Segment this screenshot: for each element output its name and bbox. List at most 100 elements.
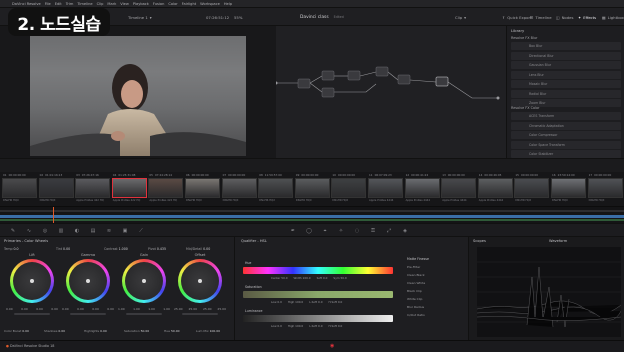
lightbox-button[interactable]: ▦ Lightbox [602, 13, 624, 21]
clip-thumbnail[interactable]: 16 23:59:14:00 DNxHR HQX [550, 173, 587, 205]
library-item[interactable]: Color Stabilizer [511, 150, 621, 158]
wheels-icon[interactable]: ◎ [42, 228, 48, 234]
color-picker-icon[interactable]: ✎ [10, 228, 16, 234]
clip-thumbnail[interactable]: 09 00:00:00:00 DNxHR HQX [294, 173, 331, 205]
color-page-icon[interactable]: ◉ [330, 343, 334, 349]
clip-thumbnail[interactable]: 10 00:00:00:00 DNxHR HQX [330, 173, 367, 205]
qualifier-icon[interactable]: ✒ [290, 228, 296, 234]
rgb-mixer-icon[interactable]: ▤ [90, 228, 96, 234]
nodes-button[interactable]: ◫ Nodes [556, 13, 573, 21]
menu-item[interactable]: Color [168, 2, 177, 6]
wheel-value[interactable]: 25.00 [174, 307, 183, 311]
wheel-value[interactable]: 0.00 [6, 307, 13, 311]
qualifier-stat[interactable]: High 100.0 [288, 324, 303, 328]
qualifier-stat[interactable]: Low 0.0 [271, 300, 282, 304]
tracker-icon[interactable]: ⌖ [322, 228, 328, 234]
menu-item[interactable]: Fairlight [182, 2, 196, 6]
color-wheel[interactable] [66, 259, 110, 303]
color-wheel[interactable] [122, 259, 166, 303]
master-wheel-slider[interactable] [70, 313, 106, 315]
clip-thumbnail[interactable]: 13 00:00:00:00 Apple ProRes 4444 [440, 173, 477, 205]
menu-item[interactable]: Mark [107, 2, 116, 6]
wheel-center-handle[interactable] [198, 279, 202, 283]
motion-icon[interactable]: ≋ [106, 228, 112, 234]
clip-thumbnail[interactable]: 12 00:00:41:22 Apple ProRes 4444 [404, 173, 441, 205]
clip-thumbnail[interactable]: 14 00:00:46:05 Apple ProRes 4444 [477, 173, 514, 205]
library-item[interactable]: Mosaic Blur [511, 80, 621, 88]
tint-control[interactable]: Tint 0.00 [56, 247, 70, 251]
wheel-value[interactable]: 0.00 [36, 307, 43, 311]
wheel-center-handle[interactable] [30, 279, 34, 283]
menu-item[interactable]: Clip [97, 2, 104, 6]
raw-icon[interactable]: ▣ [122, 228, 128, 234]
zoom-selector[interactable]: 55% [234, 13, 242, 21]
sizing-icon[interactable]: ⤢ [386, 228, 392, 234]
qualifier-stat[interactable]: Width 100.0 [294, 276, 311, 280]
library-item[interactable]: Box Blur [511, 42, 621, 50]
wheel-value[interactable]: 1.00 [118, 307, 125, 311]
clip-thumbnail[interactable]: 17 00:00:00:00 DNxHR HQX [587, 173, 624, 205]
wheel-value[interactable]: 0.00 [21, 307, 28, 311]
menu-item[interactable]: Trim [66, 2, 74, 6]
menu-item[interactable]: Playback [133, 2, 149, 6]
library-item[interactable]: Color Compressor [511, 131, 621, 139]
matte-setting[interactable]: Clean White [407, 281, 425, 285]
quick-export-button[interactable]: ⇪ Quick Export [502, 13, 532, 21]
colorboost-control[interactable]: Color Boost 0.00 [4, 329, 29, 333]
curves-custom-icon[interactable]: ⟋ [138, 228, 144, 234]
library-item[interactable]: Gaussian Blur [511, 61, 621, 69]
window-icon[interactable]: ◯ [306, 228, 312, 234]
3d-icon[interactable]: ◈ [402, 228, 408, 234]
color-wheel[interactable] [10, 259, 54, 303]
menu-item[interactable]: DaVinci Resolve [12, 2, 41, 6]
temp-control[interactable]: Temp 0.0 [4, 247, 19, 251]
timeline-selector[interactable]: Timeline 1 ▾ [128, 13, 152, 21]
saturation-range-bar[interactable] [243, 291, 393, 298]
clip-thumbnail[interactable]: 04 01:25:31:08 Apple ProRes 422 HQ [111, 173, 148, 205]
clip-selector[interactable]: Clip ▾ [455, 13, 466, 21]
middetail-control[interactable]: Mid/Detail 0.00 [186, 247, 210, 251]
qualifier-stat[interactable]: Sym 50.0 [333, 276, 346, 280]
playhead[interactable] [53, 207, 54, 224]
menu-item[interactable]: Fusion [153, 2, 165, 6]
node-graph[interactable] [274, 26, 506, 158]
matte-setting[interactable]: In/Out Ratio [407, 313, 425, 317]
matte-setting[interactable]: Pre-Filter [407, 265, 420, 269]
contrast-control[interactable]: Contrast 1.000 [104, 247, 128, 251]
color-wheel[interactable] [178, 259, 222, 303]
library-item[interactable]: Radial Blur [511, 89, 621, 98]
blur-icon[interactable]: ◌ [354, 228, 360, 234]
wheel-value[interactable]: 25.00 [203, 307, 212, 311]
clip-thumbnail[interactable]: 15 00:00:00:00 DNxHR HQX [513, 173, 550, 205]
library-item[interactable]: Directional Blur [511, 51, 621, 60]
wheel-value[interactable]: 0.00 [51, 307, 58, 311]
key-icon[interactable]: ⚿ [370, 228, 376, 234]
wheel-value[interactable]: 1.00 [163, 307, 170, 311]
saturation-control[interactable]: Saturation 50.00 [124, 329, 149, 333]
qualifier-stat[interactable]: Soft 0.0 [317, 276, 328, 280]
wheel-value[interactable]: 0.00 [62, 307, 69, 311]
lummix-control[interactable]: Lum Mix 100.00 [196, 329, 220, 333]
shadows-control[interactable]: Shadows 0.00 [44, 329, 65, 333]
wheel-value[interactable]: 0.00 [77, 307, 84, 311]
menu-item[interactable]: Timeline [77, 2, 92, 6]
bars-icon[interactable]: ▥ [58, 228, 64, 234]
qualifier-stat[interactable]: L.Soft 0.0 [309, 324, 322, 328]
highlights-control[interactable]: Highlights 0.00 [84, 329, 107, 333]
hue-control[interactable]: Hue 50.00 [164, 329, 180, 333]
luminance-range-bar[interactable] [243, 315, 393, 322]
clip-thumbnail[interactable]: 06 00:00:00:00 DNxHR HQX [184, 173, 221, 205]
library-item[interactable]: Chromatic Adaptation [511, 121, 621, 130]
wheel-value[interactable]: 1.00 [133, 307, 140, 311]
library-item[interactable]: Lens Blur [511, 70, 621, 79]
matte-setting[interactable]: White Clip [407, 297, 422, 301]
qualifier-stat[interactable]: Center 50.0 [271, 276, 288, 280]
clip-thumbnail[interactable]: 03 07:26:47:16 Apple ProRes 422 HQ [74, 173, 111, 205]
menu-item[interactable]: View [120, 2, 129, 6]
wheel-value[interactable]: 0.00 [107, 307, 114, 311]
qualifier-stat[interactable]: Low 0.0 [271, 324, 282, 328]
matte-setting[interactable]: Clean Black [407, 273, 425, 277]
wheel-value[interactable]: 1.00 [148, 307, 155, 311]
clip-thumbnail[interactable]: 08 11:59:57:00 DNxHR HQX [257, 173, 294, 205]
hue-range-bar[interactable] [243, 267, 393, 274]
